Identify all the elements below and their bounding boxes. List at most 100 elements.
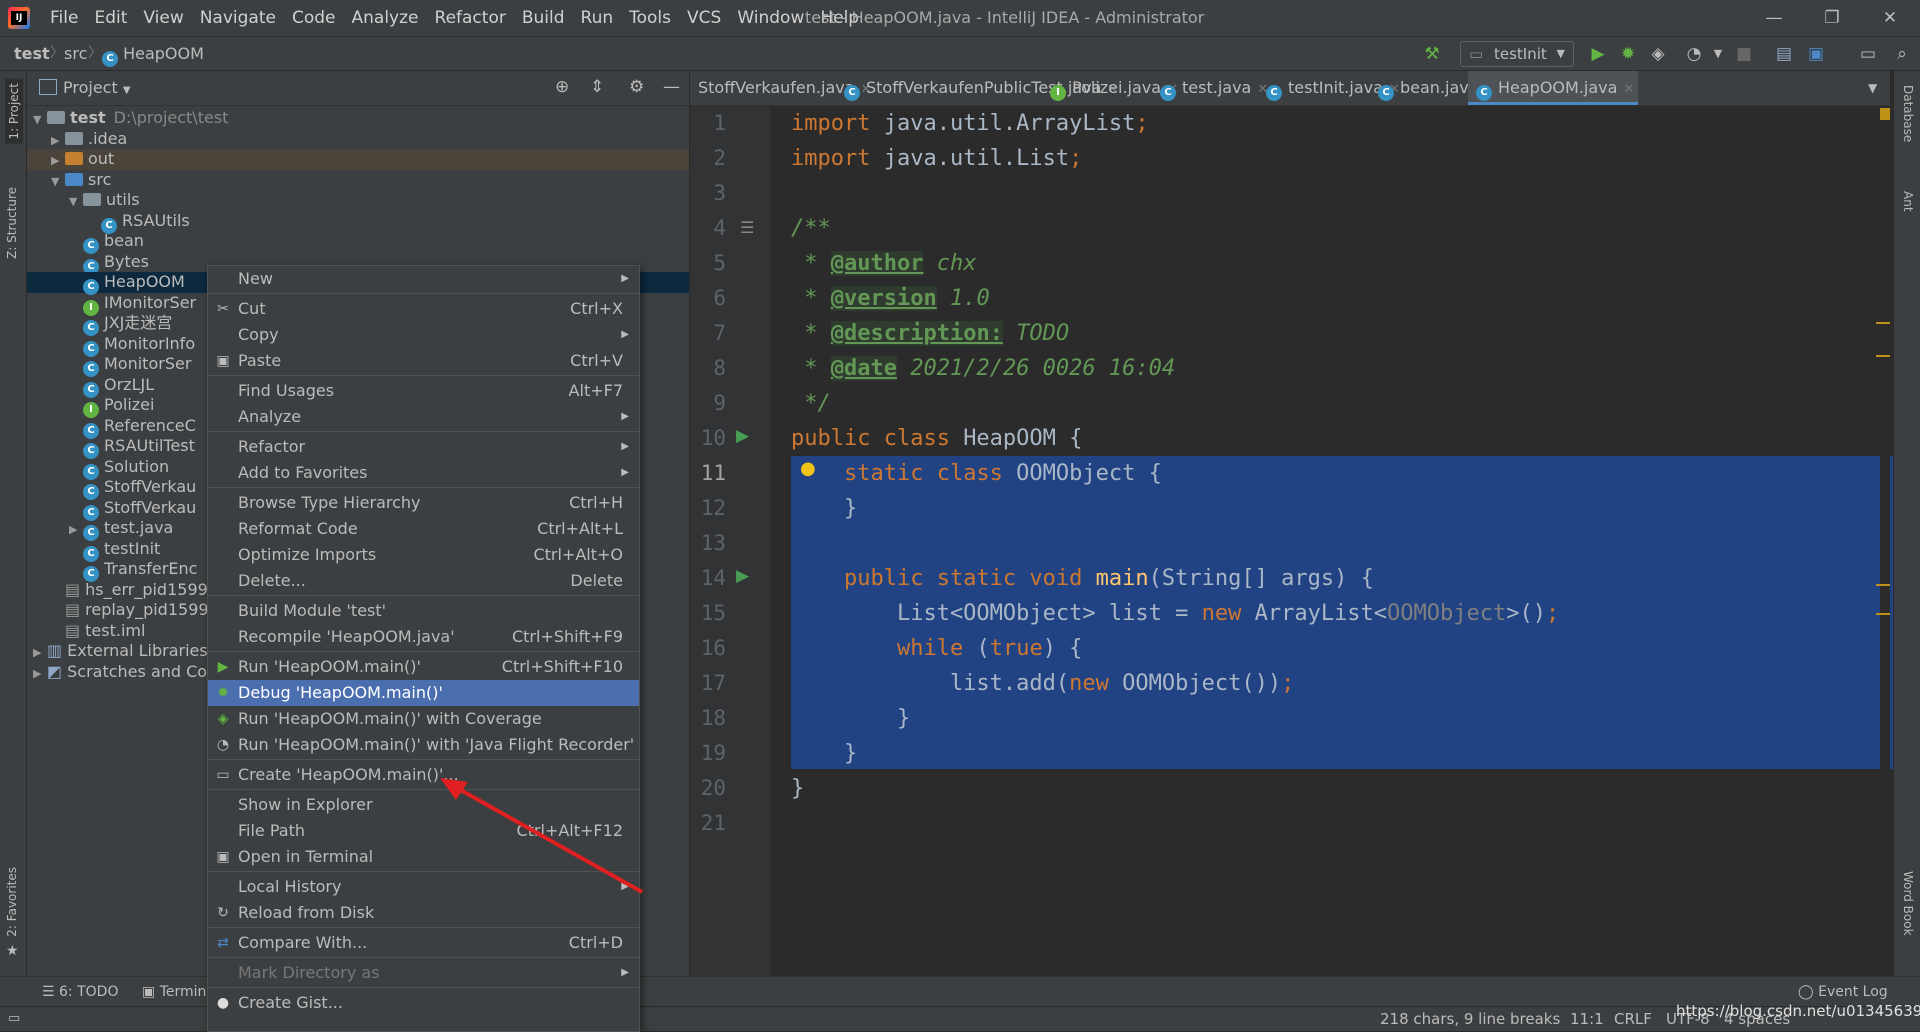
tree-item[interactable]: ▼ test D:\project\test — [27, 108, 689, 129]
minimize-button[interactable]: — — [1745, 0, 1803, 36]
code-line[interactable]: while (true) { — [791, 631, 1082, 666]
breadcrumb-file[interactable]: C HeapOOM — [102, 37, 204, 70]
code-line[interactable]: */ — [791, 386, 831, 421]
code-line[interactable]: static class OOMObject { — [791, 456, 1162, 491]
context-menu-item[interactable]: ↻ Reload from Disk — [208, 900, 639, 926]
hide-panel-icon[interactable]: — — [663, 77, 680, 97]
context-menu-item[interactable]: ▶ Run 'HeapOOM.main()' Ctrl+Shift+F10 — [208, 654, 639, 680]
code-line[interactable]: public class HeapOOM { — [791, 421, 1082, 456]
tree-item[interactable]: ▼ utils — [27, 190, 689, 211]
menu-code[interactable]: Code — [284, 0, 344, 36]
code-line[interactable]: list.add(new OOMObject()); — [791, 666, 1294, 701]
editor-tab[interactable]: StoffVerkaufen.java ✕ — [690, 71, 871, 105]
run-configuration-select[interactable]: ▭ testInit ▼ — [1460, 41, 1574, 67]
database-tool-tab[interactable]: Database — [1901, 85, 1915, 142]
context-menu-item[interactable]: Add to Favorites ▶ — [208, 460, 639, 486]
breadcrumb-src[interactable]: src — [64, 37, 87, 70]
code-line[interactable]: * @description: TODO — [791, 316, 1069, 351]
menu-tools[interactable]: Tools — [621, 0, 679, 36]
code-line[interactable]: List<OOMObject> list = new ArrayList<OOM… — [791, 596, 1559, 631]
chevron-right-icon[interactable]: ▶ — [51, 151, 65, 172]
chevron-down-icon[interactable]: ▼ — [51, 172, 65, 193]
gear-icon[interactable]: ⚙ — [629, 77, 644, 97]
context-menu-item[interactable]: ✹ Debug 'HeapOOM.main()' — [208, 680, 639, 706]
context-menu-item[interactable]: Analyze ▶ — [208, 404, 639, 430]
collapse-all-icon[interactable]: ⇕ — [590, 77, 604, 97]
wordbook-tool-tab[interactable]: Word Book — [1901, 871, 1915, 936]
editor-tab[interactable]: CtestInit.java ✕ — [1258, 71, 1400, 105]
code-line[interactable]: } — [791, 491, 857, 526]
code-line[interactable]: * @version 1.0 — [791, 281, 990, 316]
scroll-marker[interactable] — [1876, 584, 1890, 586]
breadcrumb-project[interactable]: test — [14, 37, 50, 70]
menu-refactor[interactable]: Refactor — [427, 0, 514, 36]
project-tool-tab[interactable]: 1: Project — [5, 79, 23, 144]
context-menu-item[interactable]: ● Create Gist... — [208, 990, 639, 1016]
chevron-down-icon[interactable]: ▼ — [69, 192, 83, 213]
structure-tool-tab[interactable]: Z: Structure — [5, 187, 19, 259]
translate-icon[interactable]: ▣ — [1804, 42, 1828, 66]
context-menu-item[interactable]: Recompile 'HeapOOM.java' Ctrl+Shift+F9 — [208, 624, 639, 650]
context-menu-item[interactable]: ◔ Run 'HeapOOM.main()' with 'Java Flight … — [208, 732, 639, 758]
context-menu-item[interactable]: Find Usages Alt+F7 — [208, 378, 639, 404]
stop-icon[interactable]: ■ — [1732, 42, 1756, 66]
run-gutter-icon[interactable]: ▶ — [736, 566, 749, 586]
context-menu-item[interactable]: ◈ Run 'HeapOOM.main()' with Coverage — [208, 706, 639, 732]
context-menu-item[interactable]: Refactor ▶ — [208, 434, 639, 460]
project-structure-icon[interactable]: ▤ — [1772, 42, 1796, 66]
ant-tool-tab[interactable]: Ant — [1901, 191, 1915, 212]
project-view-select[interactable]: Project ▼ — [63, 71, 131, 108]
profiler-dropdown-icon[interactable]: ▼ — [1706, 42, 1730, 66]
close-window-button[interactable]: ✕ — [1861, 0, 1919, 36]
scroll-marker[interactable] — [1876, 613, 1890, 615]
doc-render-icon[interactable]: ☰ — [740, 218, 754, 237]
tree-item[interactable]: ▼ src — [27, 170, 689, 191]
context-menu-item[interactable]: Reformat Code Ctrl+Alt+L — [208, 516, 639, 542]
tree-item[interactable]: C RSAUtils — [27, 211, 689, 234]
editor-tab[interactable]: C HeapOOM.java ✕ — [1468, 71, 1638, 105]
chevron-down-icon[interactable]: ▼ — [33, 110, 47, 131]
context-menu-item[interactable]: Browse Type Hierarchy Ctrl+H — [208, 490, 639, 516]
run-icon[interactable]: ▶ — [1586, 42, 1610, 66]
run-gutter-icon[interactable]: ▶ — [736, 426, 749, 446]
debug-icon[interactable]: ✹ — [1616, 42, 1640, 66]
chevron-right-icon[interactable]: ▶ — [51, 131, 65, 152]
menu-edit[interactable]: Edit — [86, 0, 135, 36]
coverage-icon[interactable]: ◈ — [1646, 42, 1670, 66]
code-line[interactable]: } — [791, 771, 804, 806]
context-menu-item[interactable]: Copy ▶ — [208, 322, 639, 348]
code-line[interactable]: } — [791, 736, 857, 771]
code-line[interactable]: import java.util.ArrayList; — [791, 106, 1149, 141]
menu-file[interactable]: File — [42, 0, 86, 36]
context-menu-item[interactable]: Optimize Imports Ctrl+Alt+O — [208, 542, 639, 568]
chevron-right-icon[interactable]: ▶ — [33, 643, 47, 664]
context-menu-item[interactable]: ⇄ Compare With... Ctrl+D — [208, 930, 639, 956]
caret-position[interactable]: 11:1 — [1570, 1007, 1604, 1031]
code-line[interactable]: } — [791, 701, 910, 736]
build-hammer-icon[interactable]: ⚒ — [1420, 42, 1444, 66]
code-line[interactable]: * @date 2021/2/26 0026 16:04 — [791, 351, 1175, 386]
code-line[interactable]: import java.util.List; — [791, 141, 1082, 176]
menu-view[interactable]: View — [135, 0, 191, 36]
menu-window[interactable]: Window — [729, 0, 812, 36]
locate-icon[interactable]: ⊕ — [555, 77, 569, 97]
code-line[interactable]: * @author chx — [791, 246, 976, 281]
scroll-marker[interactable] — [1876, 322, 1890, 324]
tree-item[interactable]: ▶ .idea — [27, 129, 689, 150]
todo-tool-tab[interactable]: ☰ 6: TODO — [42, 977, 118, 1007]
menu-build[interactable]: Build — [514, 0, 573, 36]
terminal-tool-tab[interactable]: ▣ Termin — [142, 977, 206, 1007]
profiler-icon[interactable]: ◔ — [1682, 42, 1706, 66]
editor-tab[interactable]: C StoffVerkaufenPublicTest.java ✕ — [836, 71, 1118, 105]
menu-navigate[interactable]: Navigate — [192, 0, 284, 36]
close-icon[interactable]: ✕ — [1623, 82, 1634, 97]
presentation-icon[interactable]: ▭ — [1856, 42, 1880, 66]
context-menu-item[interactable]: Mark Directory as ▶ — [208, 960, 639, 986]
panel-toggle-icon[interactable]: ▭ — [8, 1007, 20, 1031]
context-menu-item[interactable]: ▣ Paste Ctrl+V — [208, 348, 639, 374]
context-menu-item[interactable]: Build Module 'test' — [208, 598, 639, 624]
menu-vcs[interactable]: VCS — [679, 0, 729, 36]
editor-scrollbar[interactable] — [1880, 106, 1890, 976]
search-icon[interactable]: ⌕ — [1890, 42, 1914, 66]
menu-analyze[interactable]: Analyze — [344, 0, 427, 36]
